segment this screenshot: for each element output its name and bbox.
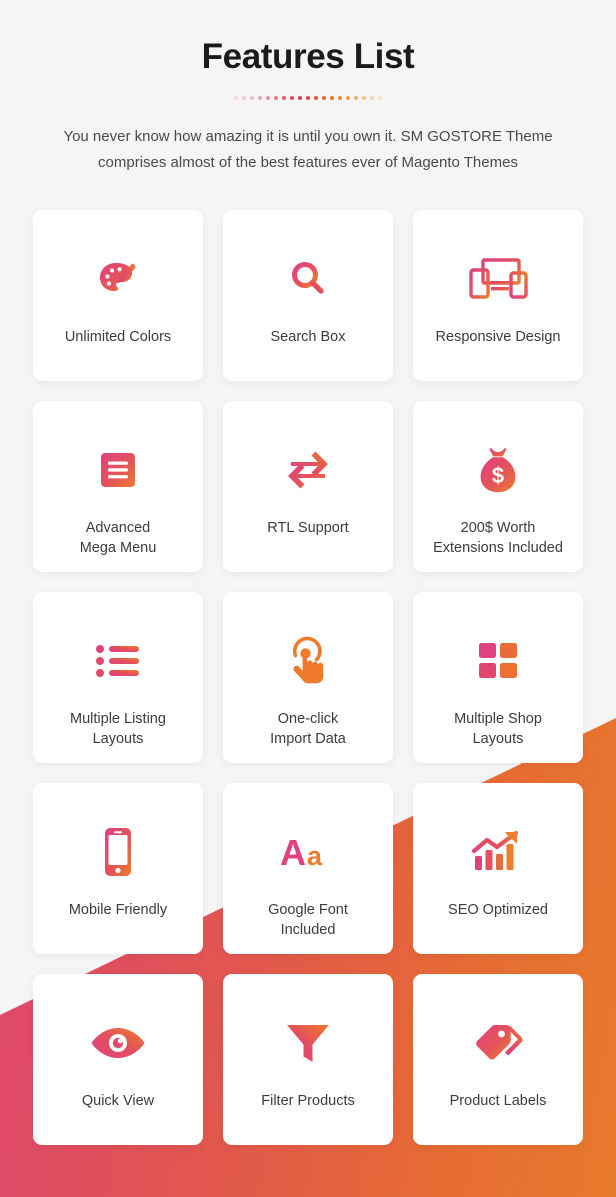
feature-card[interactable]: RTL Support xyxy=(223,400,393,572)
feature-card-label-line2: Included xyxy=(280,921,336,938)
feature-card[interactable]: One-click Import Data xyxy=(223,591,393,763)
feature-card-label-line1: Responsive Design xyxy=(435,328,561,345)
feature-card-label: Unlimited Colors xyxy=(43,327,193,347)
page-title: Features List xyxy=(201,37,415,76)
feature-card-label-line2: Layouts xyxy=(92,730,144,747)
feature-card-label-line1: 200$ Worth xyxy=(460,519,536,536)
title-dot xyxy=(338,95,342,100)
feature-card-label-line1: SEO Optimized xyxy=(448,901,548,918)
feature-card[interactable]: A a Google Font Included xyxy=(223,782,393,954)
feature-card[interactable]: Quick View xyxy=(33,973,203,1145)
features-grid: Unlimited Colors Search Box Responsive D… xyxy=(33,209,583,1145)
feature-card-label: Google Font Included xyxy=(233,900,383,940)
feature-card-label-line1: RTL Support xyxy=(267,519,349,536)
page-subtitle: You never know how amazing it is until y… xyxy=(63,127,553,171)
feature-card-label: 200$ Worth Extensions Included xyxy=(423,518,573,558)
feature-card-label: One-click Import Data xyxy=(233,709,383,749)
feature-card-label: Search Box xyxy=(233,327,383,347)
feature-card-label-line1: Multiple Listing xyxy=(70,710,166,727)
feature-card-label-line1: Quick View xyxy=(81,1092,155,1109)
hamburger-menu-icon xyxy=(97,444,139,496)
eye-icon xyxy=(90,1017,146,1069)
mobile-phone-icon xyxy=(100,826,136,878)
grid-squares-icon xyxy=(477,635,519,687)
svg-text:$: $ xyxy=(492,463,504,488)
title-dot xyxy=(242,95,246,100)
growth-chart-icon xyxy=(472,826,524,878)
page-header: Features List You never know how amazing… xyxy=(0,0,616,176)
title-dot xyxy=(266,95,270,100)
money-bag-icon: $ xyxy=(474,444,522,496)
feature-card[interactable]: Multiple Listing Layouts xyxy=(33,591,203,763)
feature-card-label: Product Labels xyxy=(423,1091,573,1111)
title-dot xyxy=(346,95,350,100)
hand-tap-icon xyxy=(283,635,333,687)
title-dot xyxy=(306,95,310,100)
feature-card-label-line1: Unlimited Colors xyxy=(64,328,172,345)
feature-card-label-line1: Advanced xyxy=(85,519,151,536)
feature-card[interactable]: SEO Optimized xyxy=(413,782,583,954)
feature-card[interactable]: Multiple Shop Layouts xyxy=(413,591,583,763)
search-icon xyxy=(285,253,331,305)
feature-card-label-line1: Multiple Shop xyxy=(454,710,542,727)
feature-card-label: Multiple Shop Layouts xyxy=(423,709,573,749)
feature-card-label-line1: Google Font xyxy=(268,901,348,918)
feature-card-label: Advanced Mega Menu xyxy=(43,518,193,558)
feature-card-label-line2: Mega Menu xyxy=(79,539,157,556)
feature-card[interactable]: Search Box xyxy=(223,209,393,381)
title-dot xyxy=(282,95,286,100)
price-tags-icon xyxy=(472,1017,524,1069)
feature-card-label-line2: Import Data xyxy=(270,730,346,747)
title-dot xyxy=(370,95,374,100)
feature-card[interactable]: Advanced Mega Menu xyxy=(33,400,203,572)
bulleted-list-icon xyxy=(94,635,142,687)
palette-icon xyxy=(93,253,143,305)
title-dot xyxy=(258,95,262,100)
svg-text:a: a xyxy=(307,841,323,871)
feature-card-label: Responsive Design xyxy=(423,327,573,347)
feature-card-label-line1: Mobile Friendly xyxy=(68,901,168,918)
svg-text:A: A xyxy=(280,832,306,873)
feature-card-label-line1: Product Labels xyxy=(449,1092,547,1109)
responsive-devices-icon xyxy=(467,253,529,305)
feature-card-label: Filter Products xyxy=(233,1091,383,1111)
feature-card-label-line1: Filter Products xyxy=(261,1092,355,1109)
feature-card[interactable]: Unlimited Colors xyxy=(33,209,203,381)
feature-card-label-line1: Search Box xyxy=(270,328,346,345)
feature-card[interactable]: $ 200$ Worth Extensions Included xyxy=(413,400,583,572)
title-dot xyxy=(330,95,334,100)
feature-card-label: Mobile Friendly xyxy=(43,900,193,920)
title-dot xyxy=(298,95,302,100)
feature-card-label: RTL Support xyxy=(233,518,383,538)
feature-card-label-line1: One-click xyxy=(277,710,339,727)
feature-card-label-line2: Layouts xyxy=(472,730,524,747)
title-dot xyxy=(354,95,358,100)
feature-card[interactable]: Product Labels xyxy=(413,973,583,1145)
feature-card-label-line2: Extensions Included xyxy=(433,539,563,556)
title-dot xyxy=(314,95,318,100)
feature-card[interactable]: Responsive Design xyxy=(413,209,583,381)
exchange-arrows-icon xyxy=(283,444,333,496)
title-dot xyxy=(274,95,278,100)
feature-card-label: Multiple Listing Layouts xyxy=(43,709,193,749)
feature-card-label: Quick View xyxy=(43,1091,193,1111)
title-dots-divider xyxy=(228,94,388,102)
feature-card[interactable]: Mobile Friendly xyxy=(33,782,203,954)
feature-card-label: SEO Optimized xyxy=(423,900,573,920)
funnel-icon xyxy=(285,1017,331,1069)
feature-card[interactable]: Filter Products xyxy=(223,973,393,1145)
title-dot xyxy=(378,95,382,100)
title-dot xyxy=(362,95,366,100)
title-dot xyxy=(290,95,294,100)
font-aa-icon: A a xyxy=(279,826,337,878)
title-dot xyxy=(250,95,254,100)
title-dot xyxy=(234,95,238,100)
title-dot xyxy=(322,95,326,100)
